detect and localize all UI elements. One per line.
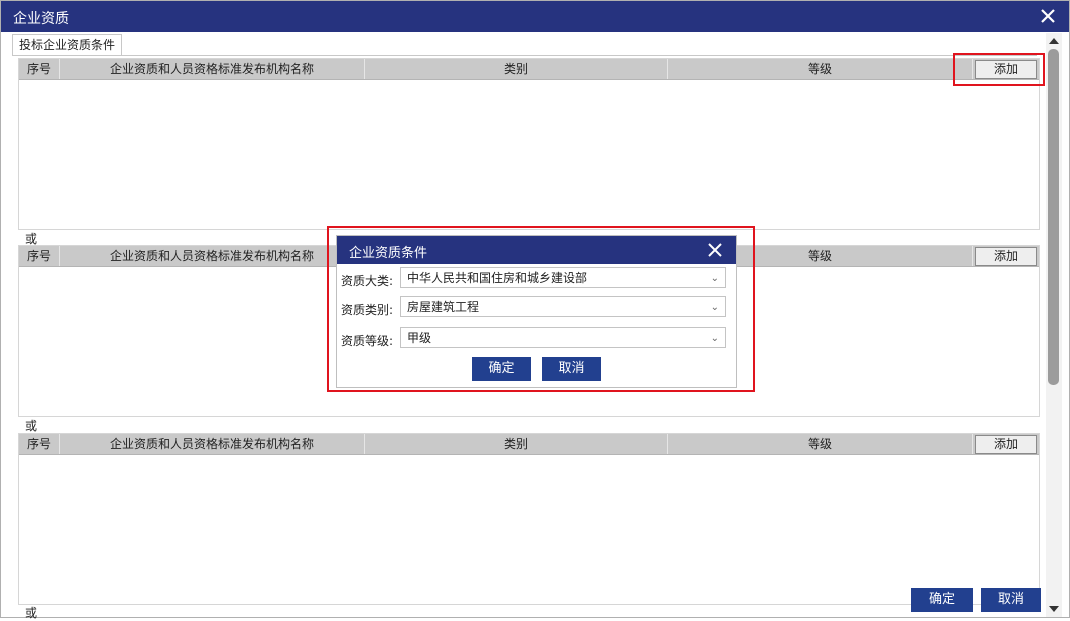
col-grade: 等级: [668, 59, 973, 79]
tab-bid-qualification[interactable]: 投标企业资质条件: [12, 34, 123, 55]
scroll-down-icon[interactable]: [1048, 603, 1060, 615]
add-button[interactable]: 添加: [975, 247, 1037, 266]
qualification-group-3: 序号 企业资质和人员资格标准发布机构名称 类别 等级 添加: [18, 433, 1040, 605]
col-org-name: 企业资质和人员资格标准发布机构名称: [60, 434, 365, 454]
or-label: 或: [25, 419, 38, 433]
or-label: 或: [25, 606, 38, 620]
col-index: 序号: [19, 434, 60, 454]
dialog-highlight: [327, 226, 755, 392]
vertical-scrollbar[interactable]: [1046, 33, 1062, 617]
col-index: 序号: [19, 246, 60, 266]
scrollbar-thumb[interactable]: [1048, 49, 1059, 385]
confirm-button[interactable]: 确定: [911, 588, 973, 612]
close-icon[interactable]: [1037, 5, 1059, 27]
grid-header: 序号 企业资质和人员资格标准发布机构名称 类别 等级 添加: [19, 434, 1039, 455]
window-titlebar: 企业资质: [1, 1, 1069, 32]
add-button-highlight: [953, 53, 1045, 86]
scroll-up-icon[interactable]: [1048, 35, 1060, 47]
col-category: 类别: [365, 59, 668, 79]
grid-header: 序号 企业资质和人员资格标准发布机构名称 类别 等级 添加: [19, 59, 1039, 80]
col-org-name: 企业资质和人员资格标准发布机构名称: [60, 59, 365, 79]
enterprise-qualification-window: 企业资质 投标企业资质条件 序号 企业资质和人员资格标准发布机构名称 类别 等级…: [0, 0, 1070, 620]
tab-divider: [12, 55, 1037, 56]
col-index: 序号: [19, 59, 60, 79]
qualification-group-1: 序号 企业资质和人员资格标准发布机构名称 类别 等级 添加: [18, 58, 1040, 230]
col-org-name: 企业资质和人员资格标准发布机构名称: [60, 246, 365, 266]
add-button[interactable]: 添加: [975, 435, 1037, 454]
cancel-button[interactable]: 取消: [981, 588, 1041, 612]
window-title: 企业资质: [13, 11, 69, 27]
col-grade: 等级: [668, 434, 973, 454]
col-category: 类别: [365, 434, 668, 454]
